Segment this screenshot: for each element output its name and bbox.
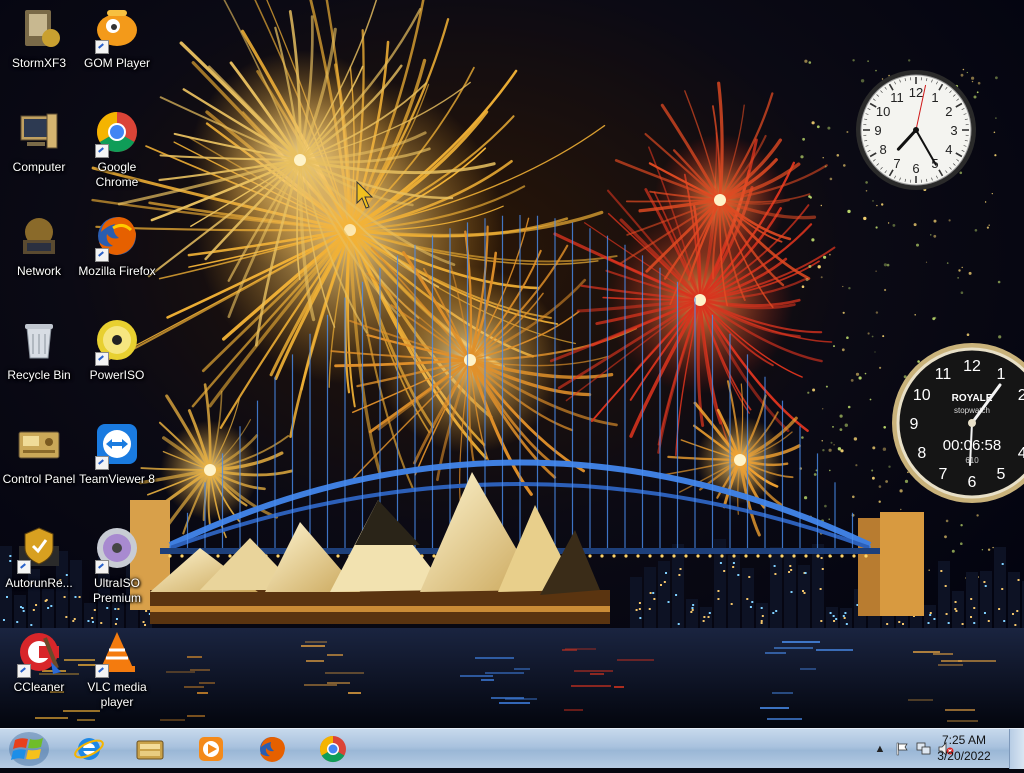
clock-numeral: 1: [931, 90, 938, 105]
stopwatch-numeral: 1: [997, 366, 1006, 383]
firefox-icon: [93, 212, 141, 260]
desktop-icon-label: PowerISO: [78, 368, 156, 383]
vlc-icon: [93, 628, 141, 676]
clock-numeral: 4: [945, 142, 952, 157]
recycle-bin-icon: [15, 316, 63, 364]
stormxf3-icon: [15, 4, 63, 52]
stopwatch-numeral: 5: [997, 466, 1006, 483]
desktop-icon-poweriso[interactable]: PowerISO: [78, 316, 156, 383]
file-explorer-icon: [135, 734, 165, 764]
desktop-icon-label: Recycle Bin: [0, 368, 78, 383]
clock-numeral: 6: [912, 161, 919, 176]
clock-gadget[interactable]: 123456789101112: [854, 68, 978, 192]
taskbar-chrome-button[interactable]: [306, 732, 360, 766]
chrome-icon: [93, 108, 141, 156]
shortcut-arrow-icon: [17, 664, 31, 678]
stopwatch-numeral: 6: [968, 474, 977, 491]
stopwatch-face: 123456789101112 ROYALE stopwatch 00:06:5…: [890, 343, 1024, 503]
control-panel-icon: [15, 420, 63, 468]
shortcut-arrow-icon: [95, 456, 109, 470]
desktop-icon-label: UltraISO Premium: [78, 576, 156, 606]
desktop-icon-ultraiso[interactable]: UltraISO Premium: [78, 524, 156, 606]
desktop-icon-label: Google Chrome: [78, 160, 156, 190]
firefox-icon: [257, 734, 287, 764]
shortcut-arrow-icon: [17, 560, 31, 574]
desktop-icon-label: GOM Player: [78, 56, 156, 71]
shortcut-arrow-icon: [95, 352, 109, 366]
network-icon: [15, 212, 63, 260]
ccleaner-icon: [15, 628, 63, 676]
mouse-pointer-icon: [356, 181, 376, 211]
clock-numeral: 8: [879, 142, 886, 157]
windows-logo-icon: [2, 730, 56, 768]
desktop-icon-label: StormXF3: [0, 56, 78, 71]
ultraiso-icon: [93, 524, 141, 572]
desktop-icon-label: Control Panel: [0, 472, 78, 487]
shortcut-arrow-icon: [95, 664, 109, 678]
media-player-icon: [196, 734, 226, 764]
desktop-icon-network[interactable]: Network: [0, 212, 78, 279]
show-hidden-icons-icon[interactable]: ▲: [872, 741, 888, 757]
desktop-icon-label: Network: [0, 264, 78, 279]
stopwatch-numeral: 2: [1018, 387, 1024, 404]
shortcut-arrow-icon: [95, 560, 109, 574]
desktop-icon-chrome[interactable]: Google Chrome: [78, 108, 156, 190]
stopwatch-numeral: 12: [963, 358, 981, 375]
clock-numeral: 3: [950, 123, 957, 138]
clock-numeral: 11: [890, 90, 904, 105]
desktop-icon-label: CCleaner: [0, 680, 78, 695]
desktop-icon-recycle-bin[interactable]: Recycle Bin: [0, 316, 78, 383]
shortcut-arrow-icon: [95, 40, 109, 54]
stopwatch-numeral: 11: [935, 366, 952, 383]
clock-numeral: 9: [874, 123, 881, 138]
clock-numeral: 2: [945, 104, 952, 119]
analog-clock-face: 123456789101112: [854, 68, 978, 192]
autorun-icon: [15, 524, 63, 572]
clock-numeral: 7: [893, 156, 900, 171]
chrome-icon: [318, 734, 348, 764]
taskbar-internet-explorer-button[interactable]: [62, 732, 116, 766]
shortcut-arrow-icon: [95, 144, 109, 158]
stopwatch-numeral: 9: [910, 416, 919, 433]
stopwatch-tenths: 610: [965, 456, 979, 465]
taskbar-file-explorer-button[interactable]: [123, 732, 177, 766]
taskbar-date: 3/20/2022: [924, 748, 1004, 764]
desktop-icon-autorun[interactable]: AutorunRe...: [0, 524, 78, 591]
stopwatch-gadget[interactable]: 123456789101112 ROYALE stopwatch 00:06:5…: [890, 343, 1024, 503]
desktop-icon-computer[interactable]: Computer: [0, 108, 78, 175]
desktop-icon-label: VLC media player: [78, 680, 156, 710]
desktop-icon-gom-player[interactable]: GOM Player: [78, 4, 156, 71]
action-center-flag-icon[interactable]: [894, 741, 910, 757]
show-desktop-button[interactable]: [1009, 729, 1024, 769]
computer-icon: [15, 108, 63, 156]
start-button[interactable]: [2, 730, 56, 768]
clock-numeral: 10: [876, 104, 890, 119]
desktop-icon-label: TeamViewer 8: [78, 472, 156, 487]
taskbar-time: 7:25 AM: [924, 732, 1004, 748]
stopwatch-numeral: 8: [917, 445, 926, 462]
gom-player-icon: [93, 4, 141, 52]
desktop-icon-ccleaner[interactable]: CCleaner: [0, 628, 78, 695]
stopwatch-numeral: 7: [939, 466, 948, 483]
poweriso-icon: [93, 316, 141, 364]
desktop-icon-label: Mozilla Firefox: [78, 264, 156, 279]
desktop-icon-stormxf3[interactable]: StormXF3: [0, 4, 78, 71]
teamviewer-icon: [93, 420, 141, 468]
taskbar-firefox-button[interactable]: [245, 732, 299, 766]
stopwatch-numeral: 10: [913, 387, 931, 404]
stopwatch-numeral: 4: [1018, 445, 1024, 462]
desktop-icon-teamviewer[interactable]: TeamViewer 8: [78, 420, 156, 487]
shortcut-arrow-icon: [95, 248, 109, 262]
taskbar-media-player-button[interactable]: [184, 732, 238, 766]
desktop-icon-control-panel[interactable]: Control Panel: [0, 420, 78, 487]
desktop-icon-label: Computer: [0, 160, 78, 175]
taskbar-clock[interactable]: 7:25 AM 3/20/2022: [924, 732, 1004, 764]
desktop-icon-vlc[interactable]: VLC media player: [78, 628, 156, 710]
taskbar: ▲ 7:25 AM 3/20/2022: [0, 728, 1024, 768]
desktop-icon-label: AutorunRe...: [0, 576, 78, 591]
internet-explorer-icon: [74, 734, 104, 764]
clock-numeral: 12: [909, 85, 923, 100]
desktop-icon-firefox[interactable]: Mozilla Firefox: [78, 212, 156, 279]
